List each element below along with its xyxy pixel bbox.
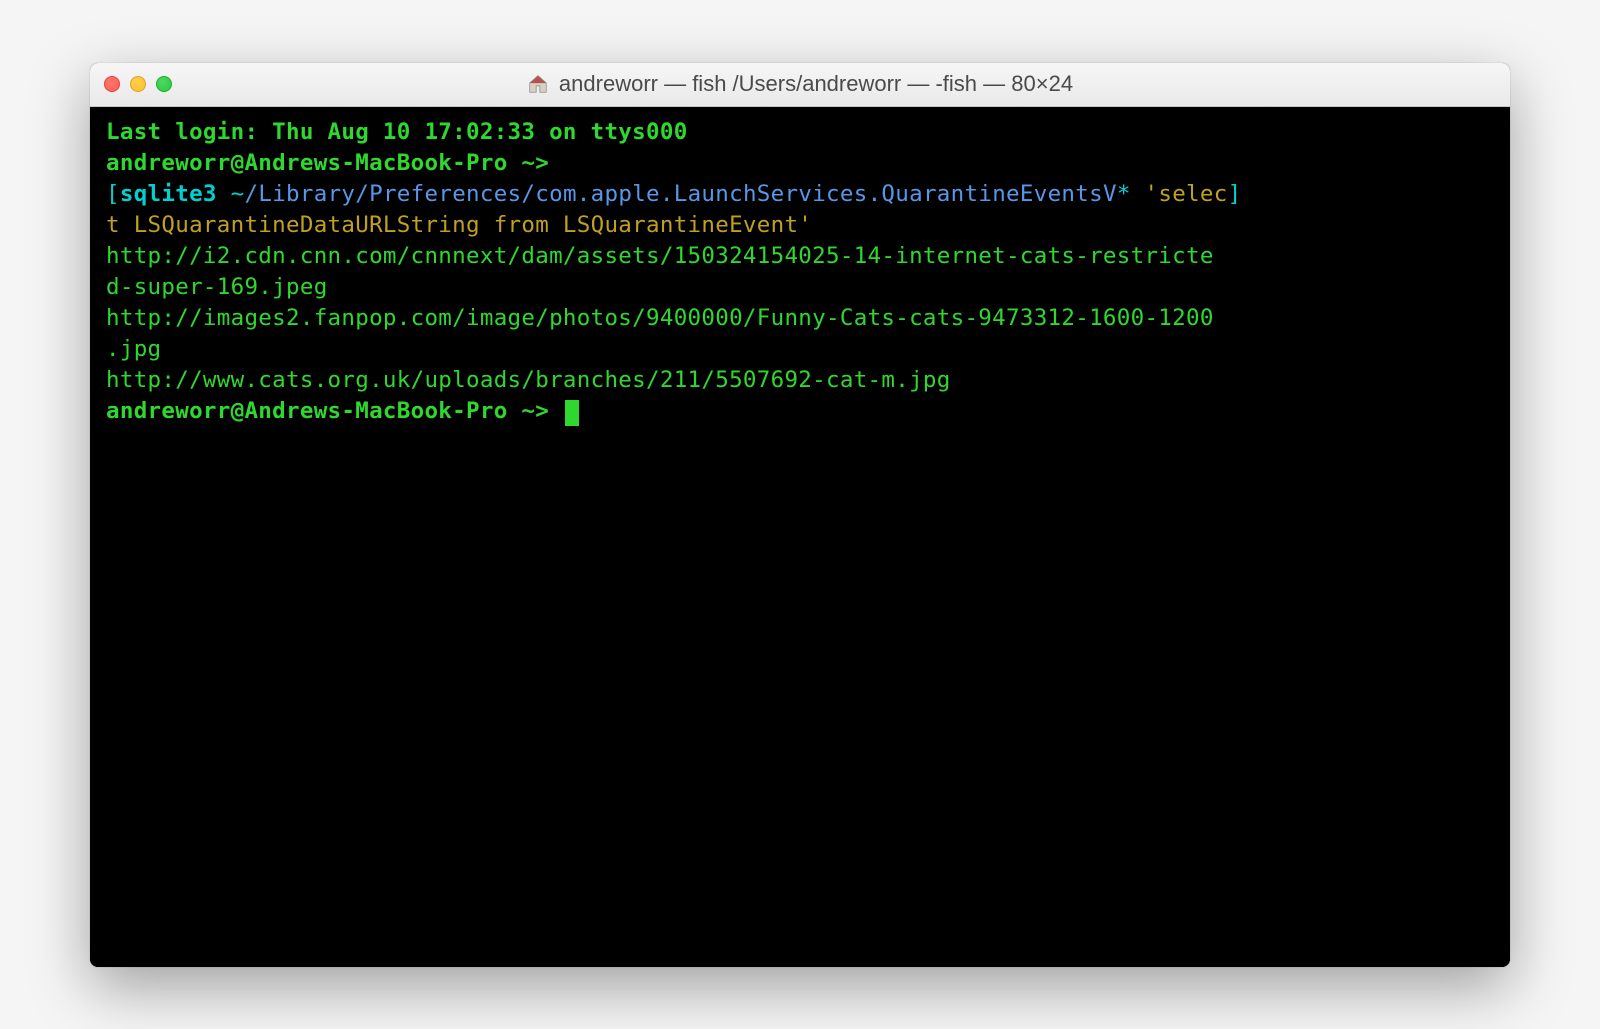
terminal-window: andreworr — fish /Users/andreworr — -fis… — [90, 63, 1510, 967]
sql-quote-part2: t LSQuarantineDataURLString from LSQuara… — [106, 212, 812, 238]
path-tilde: ~ — [217, 181, 245, 207]
path-rest: /Library/Preferences/com.apple.LaunchSer… — [245, 181, 1117, 207]
sqlite-cmd: sqlite3 — [120, 181, 217, 207]
output-url-3: http://www.cats.org.uk/uploads/branches/… — [106, 367, 951, 393]
output-url-2b: .jpg — [106, 336, 161, 362]
close-button[interactable] — [104, 76, 120, 92]
cursor — [565, 400, 579, 426]
window-title-text: andreworr — fish /Users/andreworr — -fis… — [559, 71, 1073, 97]
window-title: andreworr — fish /Users/andreworr — -fis… — [527, 71, 1073, 97]
terminal-body[interactable]: Last login: Thu Aug 10 17:02:33 on ttys0… — [90, 107, 1510, 967]
home-icon — [527, 73, 549, 95]
path-star: * — [1117, 181, 1131, 207]
prompt-line-1: andreworr@Andrews-MacBook-Pro ~> — [106, 150, 549, 176]
prompt-line-2: andreworr@Andrews-MacBook-Pro ~> — [106, 398, 563, 424]
sql-quote-part1: 'selec — [1131, 181, 1228, 207]
bracket-close: ] — [1228, 181, 1242, 207]
bracket-open: [ — [106, 181, 120, 207]
last-login-text: Last login: Thu Aug 10 17:02:33 on ttys0… — [106, 119, 688, 145]
output-url-1a: http://i2.cdn.cnn.com/cnnnext/dam/assets… — [106, 243, 1214, 269]
minimize-button[interactable] — [130, 76, 146, 92]
traffic-lights — [104, 76, 172, 92]
maximize-button[interactable] — [156, 76, 172, 92]
output-url-1b: d-super-169.jpeg — [106, 274, 328, 300]
titlebar[interactable]: andreworr — fish /Users/andreworr — -fis… — [90, 63, 1510, 107]
output-url-2a: http://images2.fanpop.com/image/photos/9… — [106, 305, 1214, 331]
